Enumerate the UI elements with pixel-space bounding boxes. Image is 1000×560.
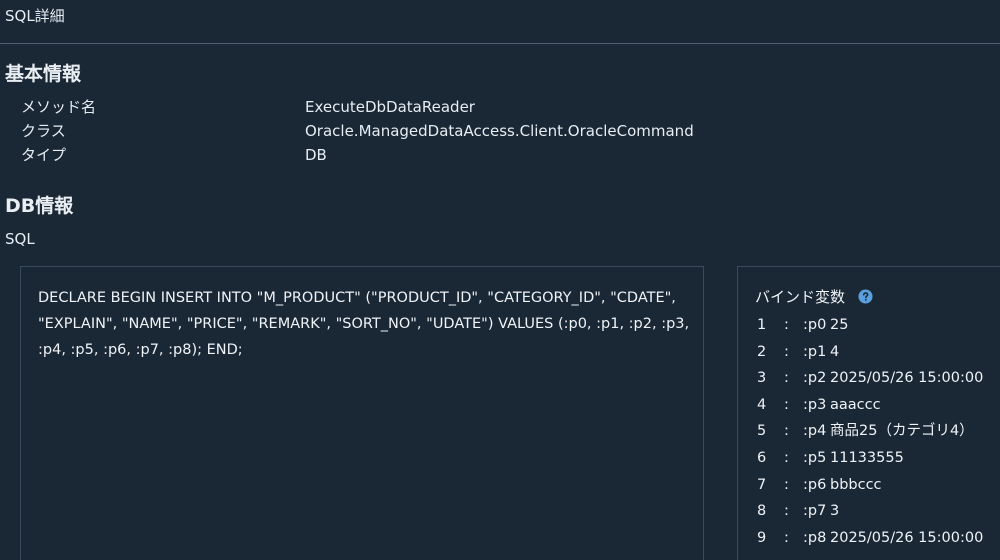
bind-value: 3 xyxy=(830,503,840,520)
bind-name: :p2 xyxy=(803,370,827,387)
bind-variables-title: バインド変数 xyxy=(755,288,846,306)
bind-name: :p3 xyxy=(803,396,827,413)
class-row: クラス Oracle.ManagedDataAccess.Client.Orac… xyxy=(0,119,1000,143)
sql-detail-page: SQL詳細 基本情報 メソッド名 ExecuteDbDataReader クラス… xyxy=(0,0,1000,560)
question-circle-icon[interactable] xyxy=(858,288,873,304)
bind-value: bbbccc xyxy=(830,476,882,493)
bind-name: :p8 xyxy=(803,529,827,546)
class-value: Oracle.ManagedDataAccess.Client.OracleCo… xyxy=(305,122,694,140)
bind-variables-panel: バインド変数 1 : :p0 25 2 : :p1 4 3::p2 2025… xyxy=(737,266,1000,560)
class-label: クラス xyxy=(21,122,66,140)
bind-separator: : xyxy=(784,423,789,440)
bind-index: 5 xyxy=(757,423,767,440)
method-name-label: メソッド名 xyxy=(21,98,97,116)
bind-variables-heading: バインド変数 xyxy=(755,286,873,308)
title-divider xyxy=(0,43,1000,44)
page-title: SQL詳細 xyxy=(5,7,65,25)
bind-separator: : xyxy=(784,476,789,493)
bind-separator: : xyxy=(784,370,789,387)
bind-name: :p1 xyxy=(803,343,827,360)
type-value: DB xyxy=(305,146,327,164)
bind-index: 1 xyxy=(757,317,767,333)
bind-variable-row: 2 : :p1 4 xyxy=(755,339,1000,366)
bind-index: 4 xyxy=(757,396,767,413)
bind-separator: : xyxy=(784,396,789,413)
bind-index: 3 xyxy=(757,370,767,387)
bind-separator: : xyxy=(784,529,789,546)
type-row: タイプ DB xyxy=(0,143,1000,167)
bind-index: 6 xyxy=(757,449,767,466)
bind-index: 7 xyxy=(757,476,767,493)
basic-info-heading: 基本情報 xyxy=(5,63,82,85)
bind-separator: : xyxy=(784,503,789,520)
method-name-row: メソッド名 ExecuteDbDataReader xyxy=(0,95,1000,119)
bind-variable-row: 9 : :p8 2025/05/26 15:00:00 xyxy=(755,525,1000,552)
bind-name: :p0 xyxy=(803,317,827,333)
bind-index: 9 xyxy=(757,529,767,546)
method-name-value: ExecuteDbDataReader xyxy=(305,98,475,116)
bind-index: 8 xyxy=(757,503,767,520)
bind-value: 11133555 xyxy=(830,449,904,466)
bind-name: :p4 xyxy=(803,423,827,440)
bind-separator: : xyxy=(784,449,789,466)
bind-variable-row: 7 : :p6 bbbccc xyxy=(755,472,1000,499)
bind-index: 2 xyxy=(757,343,767,360)
sql-text-panel[interactable]: DECLARE BEGIN INSERT INTO "M_PRODUCT" ("… xyxy=(20,266,704,560)
bind-value: 25 xyxy=(830,317,849,333)
bind-separator: : xyxy=(784,317,789,333)
bind-variable-row: 5 : :p4 商品25（カテゴリ4） xyxy=(755,418,1000,445)
bind-variable-row: 8 : :p7 3 xyxy=(755,498,1000,525)
bind-variable-row: 4 : :p3 aaaccc xyxy=(755,392,1000,419)
bind-value: aaaccc xyxy=(830,396,881,413)
bind-value: 2025/05/26 15:00:00 xyxy=(830,529,984,546)
bind-separator: : xyxy=(784,343,789,360)
bind-variable-row: 3 : :p2 2025/05/26 15:00:00 xyxy=(755,365,1000,392)
db-info-heading: DB情報 xyxy=(5,195,74,217)
bind-value: 2025/05/26 15:00:00 xyxy=(830,370,984,387)
bind-value: 商品25（カテゴリ4） xyxy=(830,423,974,440)
type-label: タイプ xyxy=(21,146,67,164)
bind-name: :p5 xyxy=(803,449,827,466)
sql-label: SQL xyxy=(5,230,35,248)
bind-variable-row: 1 : :p0 25 xyxy=(755,312,1000,339)
sql-statement: DECLARE BEGIN INSERT INTO "M_PRODUCT" ("… xyxy=(38,290,690,358)
bind-name: :p7 xyxy=(803,503,827,520)
bind-variables-list: 1 : :p0 25 2 : :p1 4 3 : :p2 2025/05/26 … xyxy=(755,312,1000,551)
bind-value: 4 xyxy=(830,343,840,360)
bind-variable-row: 6 : :p5 11133555 xyxy=(755,445,1000,472)
bind-name: :p6 xyxy=(803,476,827,493)
